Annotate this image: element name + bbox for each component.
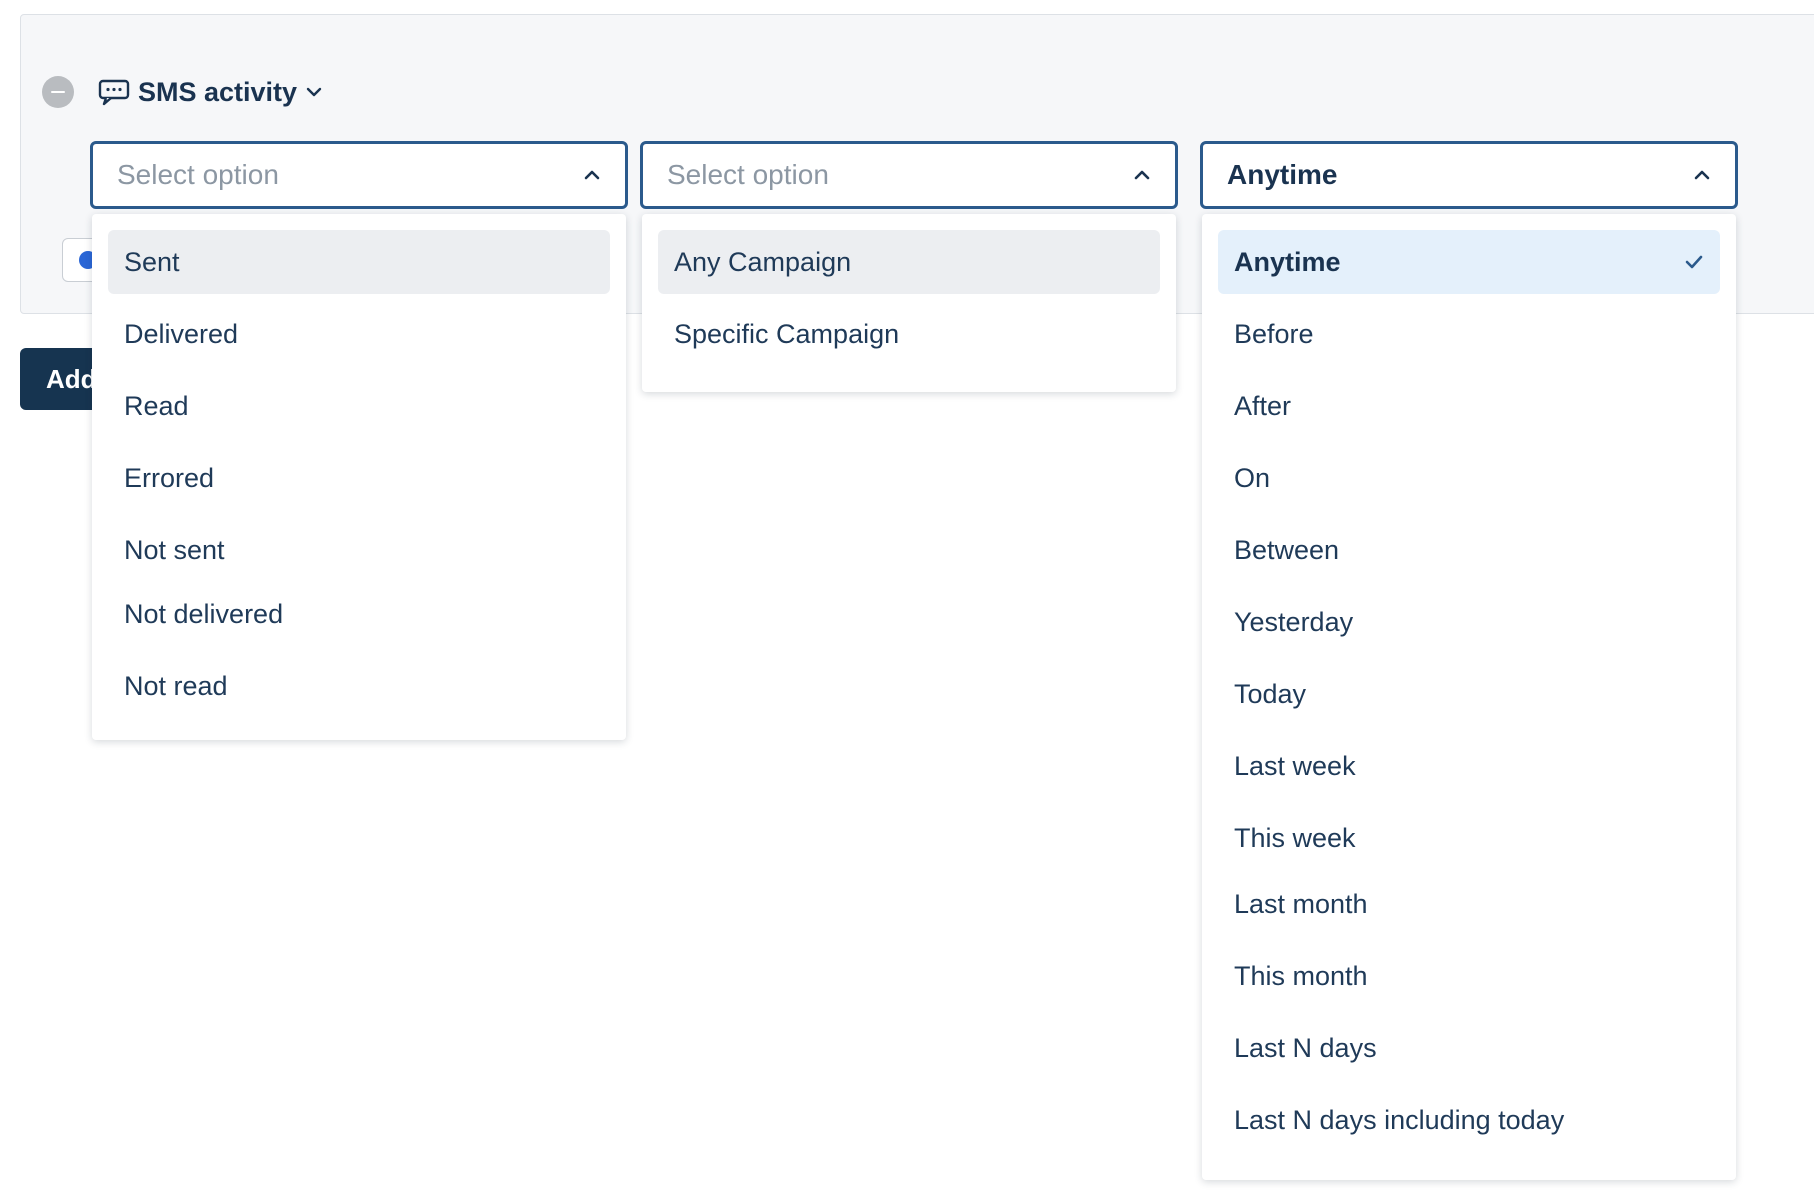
option-label: Any Campaign (674, 246, 852, 277)
option-last-week[interactable]: Last week (1218, 734, 1720, 798)
status-options-menu: Sent Delivered Read Errored Not sent Not… (92, 214, 626, 740)
remove-filter-button[interactable] (42, 76, 74, 108)
status-select-placeholder: Select option (117, 159, 279, 190)
option-label: Between (1234, 534, 1340, 565)
option-this-month[interactable]: This month (1218, 944, 1720, 1008)
filter-type-dropdown[interactable]: SMS activity (98, 72, 323, 112)
time-select[interactable]: Anytime (1200, 141, 1738, 209)
option-between[interactable]: Between (1218, 518, 1720, 582)
option-anytime[interactable]: Anytime (1218, 230, 1720, 294)
chevron-down-icon (306, 87, 322, 97)
option-not-read[interactable]: Not read (108, 654, 610, 718)
option-label: After (1234, 390, 1292, 421)
option-label: Anytime (1234, 246, 1341, 277)
option-label: This month (1234, 960, 1368, 991)
option-read[interactable]: Read (108, 374, 610, 438)
option-label: Errored (124, 462, 215, 493)
option-last-month[interactable]: Last month (1218, 872, 1720, 936)
option-delivered[interactable]: Delivered (108, 302, 610, 366)
option-label: Before (1234, 318, 1314, 349)
add-filter-button-label: Add (46, 364, 97, 394)
campaign-select-placeholder: Select option (667, 159, 829, 190)
option-errored[interactable]: Errored (108, 446, 610, 510)
option-label: This week (1234, 822, 1356, 853)
filter-title-label: SMS activity (138, 76, 298, 107)
time-options-menu: Anytime Before After On Between Yesterda… (1202, 214, 1736, 1180)
option-last-n-days[interactable]: Last N days (1218, 1016, 1720, 1080)
option-this-week[interactable]: This week (1218, 806, 1720, 870)
option-label: Last month (1234, 888, 1368, 919)
campaign-select[interactable]: Select option (640, 141, 1178, 209)
chevron-up-icon (1134, 170, 1150, 180)
option-today[interactable]: Today (1218, 662, 1720, 726)
option-label: Last week (1234, 750, 1356, 781)
option-on[interactable]: On (1218, 446, 1720, 510)
option-label: Yesterday (1234, 606, 1354, 637)
minus-circle-icon (51, 91, 65, 93)
option-yesterday[interactable]: Yesterday (1218, 590, 1720, 654)
check-icon (1685, 255, 1703, 269)
option-label: Last N days including today (1234, 1104, 1565, 1135)
option-label: Last N days (1234, 1032, 1377, 1063)
option-label: Sent (124, 246, 180, 277)
option-label: Not sent (124, 534, 225, 565)
option-not-sent[interactable]: Not sent (108, 518, 610, 582)
option-specific-campaign[interactable]: Specific Campaign (658, 302, 1160, 366)
status-select[interactable]: Select option (90, 141, 628, 209)
option-label: On (1234, 462, 1271, 493)
option-label: Today (1234, 678, 1307, 709)
option-label: Specific Campaign (674, 318, 900, 349)
chevron-up-icon (584, 170, 600, 180)
chat-bubble-icon (98, 79, 130, 106)
option-not-delivered[interactable]: Not delivered (108, 582, 610, 646)
option-any-campaign[interactable]: Any Campaign (658, 230, 1160, 294)
option-label: Not delivered (124, 598, 284, 629)
chevron-up-icon (1694, 170, 1710, 180)
option-sent[interactable]: Sent (108, 230, 610, 294)
time-select-value: Anytime (1227, 159, 1338, 190)
option-before[interactable]: Before (1218, 302, 1720, 366)
option-after[interactable]: After (1218, 374, 1720, 438)
option-label: Read (124, 390, 189, 421)
option-last-n-days-including-today[interactable]: Last N days including today (1218, 1088, 1720, 1152)
option-label: Delivered (124, 318, 239, 349)
campaign-options-menu: Any Campaign Specific Campaign (642, 214, 1176, 392)
option-label: Not read (124, 670, 228, 701)
